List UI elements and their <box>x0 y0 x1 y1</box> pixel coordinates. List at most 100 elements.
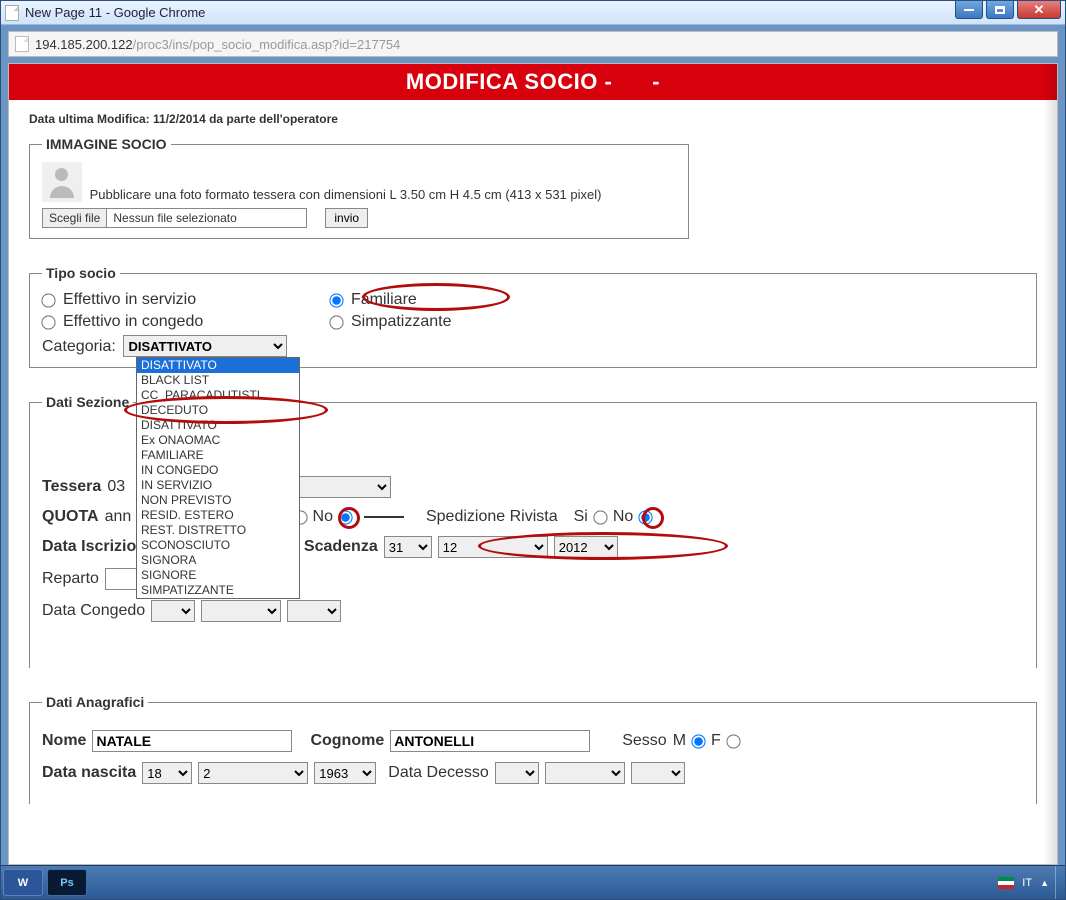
categoria-dropdown-list[interactable]: DISATTIVATOBLACK LISTCC_PARACADUTISTIDEC… <box>136 357 300 599</box>
congedo-row: Data Congedo <box>42 600 1024 622</box>
categoria-option[interactable]: SIGNORA <box>137 553 299 568</box>
nome-row: Nome Cognome Sesso M F <box>42 730 1024 752</box>
nome-label: Nome <box>42 732 86 750</box>
system-tray: IT ▲ <box>992 866 1055 899</box>
sesso-m-radio[interactable] <box>691 734 705 748</box>
radio-label: Simpatizzante <box>351 313 452 331</box>
quota-sub: ann <box>105 508 132 526</box>
congedo-day-select[interactable] <box>151 600 195 622</box>
app-window: New Page 11 - Google Chrome ✕ 194.185.20… <box>0 0 1066 900</box>
radio-simpatizzante-input[interactable] <box>329 315 343 329</box>
categoria-label: Categoria: <box>42 338 116 355</box>
categoria-option[interactable]: REST. DISTRETTO <box>137 523 299 538</box>
categoria-option[interactable]: DISATTIVATO <box>137 418 299 433</box>
fieldset-immagine: IMMAGINE SOCIO Pubblicare una foto forma… <box>29 136 689 239</box>
sesso-m-label: M <box>673 732 686 750</box>
categoria-option[interactable]: DISATTIVATO <box>137 358 299 373</box>
language-indicator[interactable]: IT <box>1022 877 1032 889</box>
avatar-placeholder-icon <box>42 162 82 202</box>
sesso-label: Sesso <box>622 732 666 750</box>
tray-chevron-icon[interactable]: ▲ <box>1040 878 1049 888</box>
choose-file-button[interactable]: Scegli file <box>42 208 107 228</box>
categoria-option[interactable]: NON PREVISTO <box>137 493 299 508</box>
fieldset-dati-anagrafici: Dati Anagrafici Nome Cognome Sesso M F D… <box>29 694 1037 804</box>
quota-no-radio[interactable] <box>338 510 352 524</box>
scadenza-month-select[interactable]: 12 <box>438 536 548 558</box>
minimize-button[interactable] <box>955 1 983 19</box>
taskbar-app-photoshop[interactable]: Ps <box>47 869 87 896</box>
fieldset-tipo-socio: Tipo socio Effettivo in servizio Familia… <box>29 265 1037 368</box>
categoria-option[interactable]: BLACK LIST <box>137 373 299 388</box>
categoria-option[interactable]: FAMILIARE <box>137 448 299 463</box>
page-title: MODIFICA SOCIO - <box>406 69 612 95</box>
cognome-input[interactable] <box>390 730 590 752</box>
radio-simpatizzante[interactable]: Simpatizzante <box>330 313 490 331</box>
tessera-value: 03 <box>107 478 125 496</box>
maximize-button[interactable] <box>986 1 1014 19</box>
page-title-sep: - <box>652 69 660 95</box>
taskbar: W Ps IT ▲ <box>1 865 1065 899</box>
scadenza-year-select[interactable]: 2012 <box>554 536 618 558</box>
legend-dati-sezione: Dati Sezione <box>42 394 133 410</box>
photo-hint: Pubblicare una foto formato tessera con … <box>90 187 602 202</box>
tipo-row-2: Effettivo in congedo Simpatizzante <box>42 313 1024 331</box>
cognome-label: Cognome <box>310 732 384 750</box>
legend-tipo-socio: Tipo socio <box>42 265 120 281</box>
spedizione-no-radio[interactable] <box>639 510 653 524</box>
categoria-option[interactable]: IN SERVIZIO <box>137 478 299 493</box>
categoria-option[interactable]: RESID. ESTERO <box>137 508 299 523</box>
spedizione-label: Spedizione Rivista <box>426 508 558 526</box>
reparto-label: Reparto <box>42 570 99 588</box>
close-button[interactable]: ✕ <box>1017 1 1061 19</box>
nascita-day-select[interactable]: 18 <box>142 762 192 784</box>
taskbar-app-word[interactable]: W <box>3 869 43 896</box>
radio-label: Familiare <box>351 291 417 309</box>
categoria-option[interactable]: SCONOSCIUTO <box>137 538 299 553</box>
language-flag-icon[interactable] <box>998 877 1014 889</box>
page-icon <box>15 36 29 52</box>
page-header: MODIFICA SOCIO - - <box>9 64 1057 100</box>
radio-familiare-input[interactable] <box>329 293 343 307</box>
nascita-year-select[interactable]: 1963 <box>314 762 376 784</box>
page-icon <box>5 5 19 21</box>
categoria-option[interactable]: Ex ONAOMAC <box>137 433 299 448</box>
congedo-year-select[interactable] <box>287 600 341 622</box>
categoria-option[interactable]: IN CONGEDO <box>137 463 299 478</box>
sesso-f-radio[interactable] <box>726 734 740 748</box>
radio-familiare[interactable]: Familiare <box>330 291 490 309</box>
decesso-year-select[interactable] <box>631 762 685 784</box>
quota-no-label: No <box>313 508 333 526</box>
categoria-select[interactable]: DISATTIVATO <box>123 335 287 357</box>
show-desktop-button[interactable] <box>1055 866 1065 899</box>
nome-input[interactable] <box>92 730 292 752</box>
categoria-option[interactable]: SIMPATIZZANTE <box>137 583 299 598</box>
radio-label: Effettivo in congedo <box>63 313 203 331</box>
scadenza-day-select[interactable]: 31 <box>384 536 432 558</box>
file-upload-row: Scegli file Nessun file selezionato invi… <box>42 208 676 228</box>
url-host: 194.185.200.122 <box>35 37 133 52</box>
radio-label: Effettivo in servizio <box>63 291 196 309</box>
spedizione-si-radio[interactable] <box>593 510 607 524</box>
decesso-day-select[interactable] <box>495 762 539 784</box>
radio-effettivo-congedo[interactable]: Effettivo in congedo <box>42 313 302 331</box>
radio-effettivo-servizio[interactable]: Effettivo in servizio <box>42 291 302 309</box>
upload-submit-button[interactable]: invio <box>325 208 368 228</box>
nascita-month-select[interactable]: 2 <box>198 762 308 784</box>
congedo-label: Data Congedo <box>42 602 145 620</box>
quota-label: QUOTA <box>42 508 99 526</box>
legend-dati-anagrafici: Dati Anagrafici <box>42 694 148 710</box>
decesso-month-select[interactable] <box>545 762 625 784</box>
file-name-display: Nessun file selezionato <box>107 208 307 228</box>
radio-effettivo-servizio-input[interactable] <box>41 293 55 307</box>
sesso-f-label: F <box>711 732 721 750</box>
spedizione-no-label: No <box>613 508 633 526</box>
categoria-option[interactable]: SIGNORE <box>137 568 299 583</box>
address-bar[interactable]: 194.185.200.122 /proc3/ins/pop_socio_mod… <box>8 31 1058 57</box>
categoria-option[interactable]: DECEDUTO <box>137 403 299 418</box>
categoria-option[interactable]: CC_PARACADUTISTI <box>137 388 299 403</box>
radio-effettivo-congedo-input[interactable] <box>41 315 55 329</box>
spedizione-si-label: Si <box>574 508 588 526</box>
form-body: Data ultima Modifica: 11/2/2014 da parte… <box>9 100 1057 836</box>
title-bar: New Page 11 - Google Chrome <box>1 1 1065 25</box>
congedo-month-select[interactable] <box>201 600 281 622</box>
